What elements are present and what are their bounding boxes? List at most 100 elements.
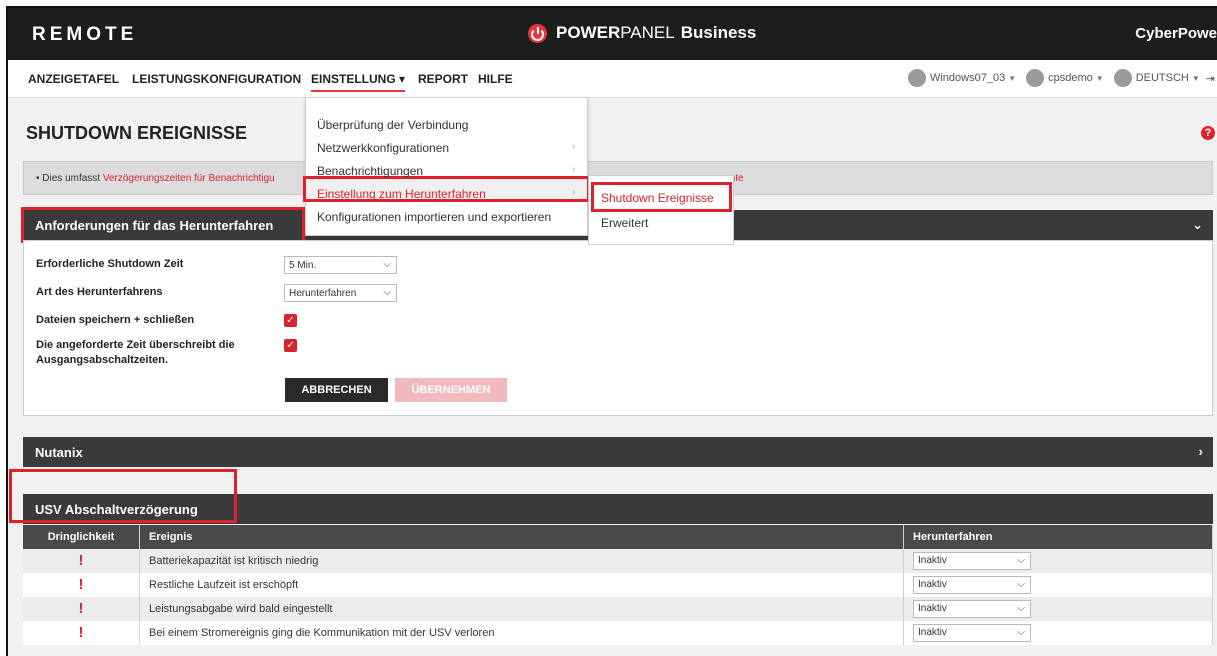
host-selector[interactable]: Windows07_03 ▼ — [907, 69, 1017, 87]
section-nutanix[interactable]: Nutanix › — [23, 437, 1213, 467]
powerpanel-logo: POWER PANEL Business — [528, 23, 756, 43]
nav-einstellung[interactable]: EINSTELLUNG ▾ — [311, 72, 406, 92]
alert-icon: ! — [78, 600, 84, 617]
chevron-right-icon: › — [572, 187, 576, 198]
language-label: DEUTSCH — [1135, 72, 1189, 84]
language-selector[interactable]: DEUTSCH ▼ — [1113, 69, 1200, 87]
table-row: ! Batteriekapazität ist kritisch niedrig… — [23, 549, 1213, 573]
event-cell: Bei einem Stromereignis ging die Kommuni… — [140, 621, 904, 645]
app-frame: REMOTE POWER PANEL Business CyberPowe AN… — [6, 6, 1217, 656]
override-label-2: Ausgangsabschaltzeiten. — [36, 354, 169, 366]
type-value: Herunterfahren — [289, 288, 357, 299]
select-value: Inaktiv — [918, 627, 947, 638]
shutdown-type-select[interactable]: Herunterfahren ⌵ — [284, 284, 397, 302]
shutdown-time-select[interactable]: 5 Min. ⌵ — [284, 256, 397, 274]
override-checkbox[interactable]: ✓ — [284, 339, 297, 352]
chevron-down-icon: ⌵ — [1017, 627, 1025, 638]
select-value: Inaktiv — [918, 555, 947, 566]
shutdown-card: Erforderliche Shutdown Zeit 5 Min. ⌵ Art… — [23, 240, 1213, 416]
logo-text-power: POWER — [556, 23, 621, 42]
host-label: Windows07_03 — [929, 72, 1006, 84]
nav-anzeigetafel[interactable]: ANZEIGETAFEL — [28, 72, 119, 86]
top-bar: REMOTE POWER PANEL Business CyberPowe — [8, 8, 1217, 60]
nav-einstellung-label: EINSTELLUNG — [311, 72, 396, 86]
column-header[interactable]: Dringlichkeit — [23, 525, 140, 549]
select-value: Inaktiv — [918, 603, 947, 614]
globe-icon — [1113, 69, 1132, 87]
monitor-icon — [907, 69, 926, 87]
select-value: Inaktiv — [918, 579, 947, 590]
chevron-down-icon: ⌵ — [383, 287, 391, 298]
info-link[interactable]: Verzögerungszeiten für Benachrichtigu — [103, 173, 275, 184]
user-menu[interactable]: cpsdemo ▼ — [1026, 69, 1104, 87]
submenu-erweitert[interactable]: Erweitert — [601, 216, 648, 230]
column-header[interactable]: Herunterfahren — [904, 525, 1213, 549]
shutdown-select[interactable]: Inaktiv ⌵ — [913, 576, 1031, 594]
power-icon — [528, 23, 547, 43]
logout-icon[interactable]: ⇥ — [1206, 72, 1215, 85]
alert-icon: ! — [78, 624, 84, 641]
menu-item-herunterfahren[interactable]: Einstellung zum Herunterfahren › — [317, 187, 575, 201]
menu-item-label: Konfigurationen importieren und exportie… — [317, 210, 552, 224]
menu-item-verbindung[interactable]: Überprüfung der Verbindung — [317, 118, 468, 132]
shutdown-select[interactable]: Inaktiv ⌵ — [913, 624, 1031, 642]
column-header[interactable]: Ereignis — [140, 525, 904, 549]
apply-button[interactable]: ÜBERNEHMEN — [395, 378, 507, 402]
caret-down-icon: ▼ — [1008, 73, 1017, 83]
highlight-box — [21, 207, 305, 243]
cancel-button[interactable]: ABBRECHEN — [285, 378, 388, 402]
chevron-right-icon[interactable]: › — [1199, 444, 1203, 459]
event-cell: Restliche Laufzeit ist erschöpft — [140, 573, 904, 597]
caret-down-icon: ▼ — [1095, 73, 1104, 83]
section-title: Nutanix — [35, 445, 83, 460]
highlight-box — [9, 469, 237, 523]
menu-item-label: Netzwerkkonfigurationen — [317, 141, 450, 155]
info-text: • Dies umfasst — [36, 173, 103, 184]
chevron-down-icon: ⌵ — [1017, 555, 1025, 566]
page-title: SHUTDOWN EREIGNISSE — [26, 123, 248, 143]
nav-hilfe[interactable]: HILFE — [478, 72, 513, 86]
time-value: 5 Min. — [289, 260, 317, 271]
chevron-down-icon: ⌵ — [1017, 579, 1025, 590]
user-icon — [1026, 69, 1045, 87]
menu-item-benachrichtigungen[interactable]: Benachrichtigungen › — [317, 164, 575, 178]
alert-icon: ! — [78, 576, 84, 593]
help-icon[interactable]: ? — [1201, 126, 1215, 140]
chevron-right-icon: › — [572, 141, 576, 152]
menu-item-import-export[interactable]: Konfigurationen importieren und exportie… — [317, 210, 551, 224]
override-label-1: Die angeforderte Zeit überschreibt die — [36, 339, 235, 351]
caret-down-icon: ▼ — [1191, 73, 1200, 83]
chevron-right-icon: › — [572, 164, 576, 175]
menu-item-label: Benachrichtigungen — [317, 164, 424, 178]
user-label: cpsdemo — [1048, 72, 1093, 84]
nav-leistungskonfiguration[interactable]: LEISTUNGSKONFIGURATION — [132, 72, 301, 86]
save-close-checkbox[interactable]: ✓ — [284, 314, 297, 327]
chevron-down-icon[interactable]: ⌄ — [1192, 217, 1203, 233]
event-cell: Batteriekapazität ist kritisch niedrig — [140, 549, 904, 573]
herunterfahren-submenu: Shutdown Ereignisse Erweitert — [588, 175, 734, 245]
shutdown-select[interactable]: Inaktiv ⌵ — [913, 552, 1031, 570]
vendor-logo: CyberPowe — [1135, 25, 1217, 42]
brand-remote: REMOTE — [32, 24, 138, 45]
menu-item-label: Einstellung zum Herunterfahren — [317, 187, 486, 201]
chevron-down-icon: ⌵ — [1017, 603, 1025, 614]
caret-down-icon: ▾ — [399, 72, 406, 86]
type-label: Art des Herunterfahrens — [36, 286, 163, 298]
menu-item-label: Überprüfung der Verbindung — [317, 118, 469, 132]
shutdown-select[interactable]: Inaktiv ⌵ — [913, 600, 1031, 618]
save-label: Dateien speichern + schließen — [36, 314, 195, 326]
time-label: Erforderliche Shutdown Zeit — [36, 258, 184, 270]
submenu-shutdown-ereignisse[interactable]: Shutdown Ereignisse — [601, 191, 714, 205]
table-row: ! Leistungsabgabe wird bald eingestellt … — [23, 597, 1213, 621]
menu-item-netzwerk[interactable]: Netzwerkkonfigurationen › — [317, 141, 575, 155]
nav-report[interactable]: REPORT — [418, 72, 468, 86]
einstellung-dropdown: Überprüfung der Verbindung Netzwerkkonfi… — [303, 97, 590, 236]
table-row: ! Restliche Laufzeit ist erschöpft Inakt… — [23, 573, 1213, 597]
logo-text-panel: PANEL — [620, 23, 675, 42]
event-cell: Leistungsabgabe wird bald eingestellt — [140, 597, 904, 621]
main-nav: ANZEIGETAFEL LEISTUNGSKONFIGURATION EINS… — [8, 60, 1217, 98]
chevron-down-icon: ⌵ — [383, 259, 391, 270]
nav-right: Windows07_03 ▼ cpsdemo ▼ DEUTSCH ▼ ⇥ — [898, 69, 1217, 87]
logo-text-business: Business — [680, 23, 757, 42]
alert-icon: ! — [78, 552, 84, 569]
